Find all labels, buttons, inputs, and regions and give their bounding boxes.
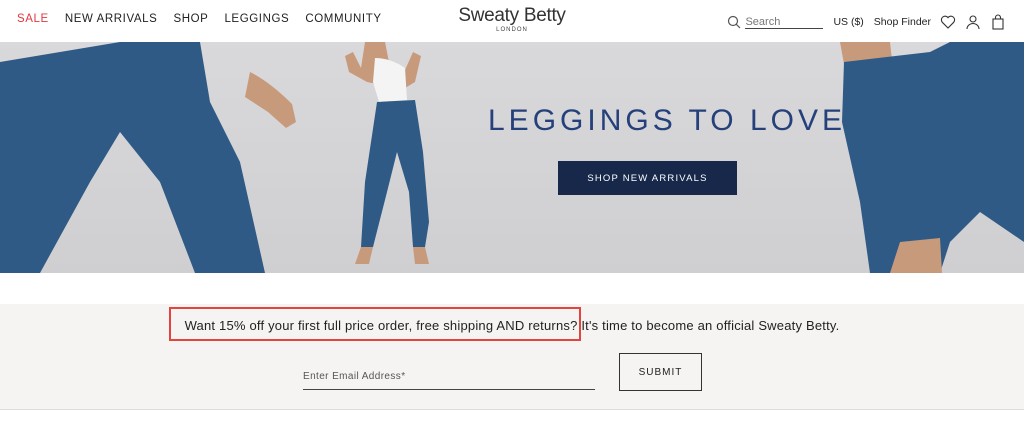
hero-banner[interactable]: LEGGINGS TO LOVE SHOP NEW ARRIVALS [0, 42, 1024, 273]
hero-title: LEGGINGS TO LOVE [488, 104, 846, 137]
nav-item-shop[interactable]: SHOP [173, 13, 208, 25]
submit-button[interactable]: SUBMIT [619, 353, 702, 391]
logo-name: Sweaty Betty [458, 5, 566, 26]
shop-new-arrivals-button[interactable]: SHOP NEW ARRIVALS [558, 161, 737, 195]
nav-item-sale[interactable]: SALE [17, 13, 49, 25]
search-icon[interactable] [727, 15, 741, 29]
account-icon[interactable] [965, 14, 981, 30]
shop-finder-link[interactable]: Shop Finder [874, 16, 931, 28]
currency-selector[interactable]: US ($) [833, 16, 863, 28]
utility-bar: US ($) Shop Finder [727, 12, 1006, 32]
signup-promo-text: Want 15% off your first full price order… [184, 318, 840, 333]
nav-item-new-arrivals[interactable]: NEW ARRIVALS [65, 13, 158, 25]
logo-sub: LONDON [496, 27, 528, 33]
email-field[interactable] [303, 364, 595, 390]
hero-model-center [345, 42, 429, 264]
search [727, 15, 824, 29]
heart-icon[interactable] [940, 14, 956, 30]
hero-model-right [840, 42, 1024, 273]
nav-item-leggings[interactable]: LEGGINGS [224, 13, 289, 25]
page-bottom [0, 410, 1024, 425]
nav-item-community[interactable]: COMMUNITY [305, 13, 381, 25]
bag-icon[interactable] [990, 14, 1006, 30]
email-signup-section: Want 15% off your first full price order… [0, 304, 1024, 410]
search-input[interactable] [745, 15, 824, 29]
main-nav: SALE NEW ARRIVALS SHOP LEGGINGS COMMUNIT… [17, 13, 382, 25]
site-logo[interactable]: Sweaty Betty LONDON [452, 5, 572, 34]
hero-model-left [0, 42, 296, 273]
site-header: SALE NEW ARRIVALS SHOP LEGGINGS COMMUNIT… [0, 0, 1024, 42]
